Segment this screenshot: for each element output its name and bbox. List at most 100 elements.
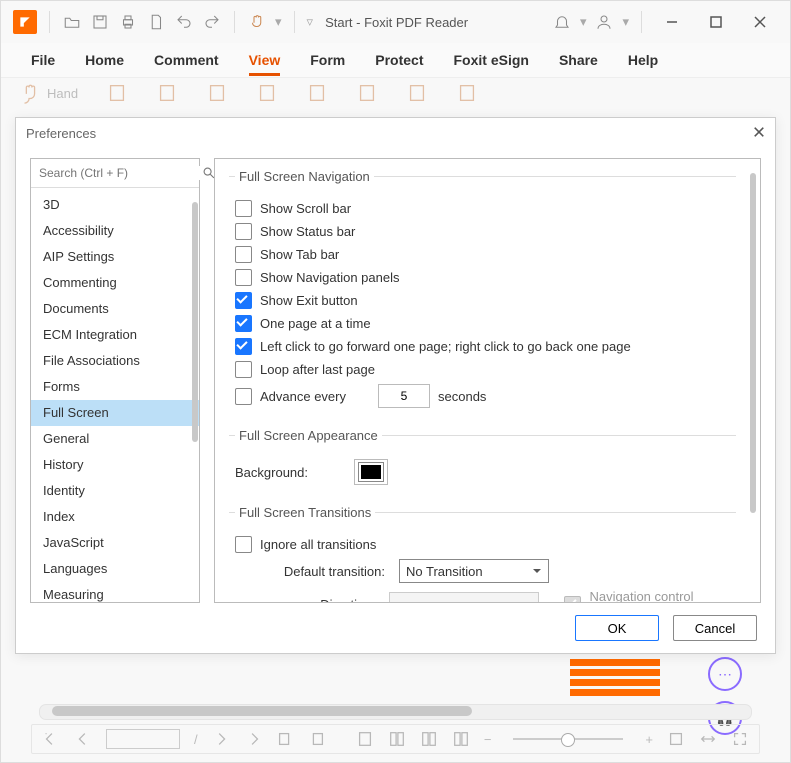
label: Background:	[235, 465, 308, 480]
next-page-icon[interactable]	[212, 730, 230, 748]
category-item[interactable]: Index	[31, 504, 199, 530]
cancel-button[interactable]: Cancel	[673, 615, 757, 641]
checkbox-scrollbar[interactable]	[235, 200, 252, 217]
direction-select	[389, 592, 539, 603]
category-item[interactable]: General	[31, 426, 199, 452]
fs-navigation-group: Full Screen Navigation Show Scroll bar S…	[229, 169, 736, 414]
minimize-button[interactable]	[654, 8, 690, 36]
category-item[interactable]: Forms	[31, 374, 199, 400]
save-icon[interactable]	[90, 12, 110, 32]
menu-home[interactable]: Home	[85, 52, 124, 68]
menu-help[interactable]: Help	[628, 52, 658, 68]
category-item[interactable]: 3D	[31, 192, 199, 218]
category-list[interactable]: 3DAccessibilityAIP SettingsCommentingDoc…	[31, 188, 199, 602]
checkbox-exitbtn[interactable]	[235, 292, 252, 309]
group-legend: Full Screen Transitions	[235, 505, 375, 520]
label: One page at a time	[260, 316, 371, 331]
horizontal-scrollbar[interactable]	[39, 704, 752, 720]
start-tab-label[interactable]: Start - Foxit PDF Reader	[325, 15, 468, 30]
background-color-picker[interactable]	[354, 459, 388, 485]
category-item[interactable]: Languages	[31, 556, 199, 582]
user-icon[interactable]	[594, 12, 614, 32]
layout-icon[interactable]	[356, 730, 374, 748]
label: Show Scroll bar	[260, 201, 351, 216]
zoom-out-icon[interactable]: −	[484, 732, 492, 747]
chat-bubble-icon[interactable]: ⋯	[708, 657, 742, 691]
checkbox-ignore-transitions[interactable]	[235, 536, 252, 553]
checkbox-loop[interactable]	[235, 361, 252, 378]
category-item[interactable]: ECM Integration	[31, 322, 199, 348]
fit-page-icon[interactable]	[667, 730, 685, 748]
rotate-icon[interactable]	[276, 730, 294, 748]
category-item[interactable]: File Associations	[31, 348, 199, 374]
label: Navigation control direction	[589, 589, 736, 603]
category-item[interactable]: Documents	[31, 296, 199, 322]
fit-width-icon[interactable]	[699, 730, 717, 748]
group-legend: Full Screen Navigation	[235, 169, 374, 184]
checkbox-click[interactable]	[235, 338, 252, 355]
category-item[interactable]: AIP Settings	[31, 244, 199, 270]
hand-dropdown-icon[interactable]	[247, 12, 267, 32]
label: Advance every	[260, 389, 346, 404]
close-window-button[interactable]	[742, 8, 778, 36]
open-icon[interactable]	[62, 12, 82, 32]
menu-protect[interactable]: Protect	[375, 52, 423, 68]
ribbon-icon	[306, 82, 328, 104]
zoom-in-icon[interactable]: +	[645, 732, 653, 747]
category-item[interactable]: Commenting	[31, 270, 199, 296]
checkbox-statusbar[interactable]	[235, 223, 252, 240]
page-number-input[interactable]	[106, 729, 180, 749]
checkbox-tabbar[interactable]	[235, 246, 252, 263]
search-input[interactable]	[31, 166, 202, 180]
fullscreen-icon[interactable]	[731, 730, 749, 748]
zoom-slider[interactable]	[513, 738, 623, 740]
dialog-close-button[interactable]	[753, 126, 765, 141]
sidebar-scrollbar[interactable]	[192, 202, 198, 442]
layout-icon[interactable]	[420, 730, 438, 748]
checkbox-onepage[interactable]	[235, 315, 252, 332]
checkbox-navpanels[interactable]	[235, 269, 252, 286]
label: Show Navigation panels	[260, 270, 399, 285]
panel-scrollbar[interactable]	[750, 173, 756, 513]
category-item[interactable]: Measuring	[31, 582, 199, 602]
label: Ignore all transitions	[260, 537, 376, 552]
checkbox-nav-control-dir	[564, 596, 581, 604]
redo-icon[interactable]	[202, 12, 222, 32]
label: Loop after last page	[260, 362, 375, 377]
menu-esign[interactable]: Foxit eSign	[453, 52, 528, 68]
label: seconds	[438, 389, 486, 404]
category-item[interactable]: History	[31, 452, 199, 478]
maximize-button[interactable]	[698, 8, 734, 36]
ok-button[interactable]: OK	[575, 615, 659, 641]
layout-icon[interactable]	[388, 730, 406, 748]
category-item[interactable]: JavaScript	[31, 530, 199, 556]
menu-view[interactable]: View	[249, 52, 281, 76]
menu-comment[interactable]: Comment	[154, 52, 219, 68]
menu-file[interactable]: File	[31, 52, 55, 68]
label: Show Status bar	[260, 224, 355, 239]
last-page-icon[interactable]	[244, 730, 262, 748]
menu-share[interactable]: Share	[559, 52, 598, 68]
category-item[interactable]: Accessibility	[31, 218, 199, 244]
menu-form[interactable]: Form	[310, 52, 345, 68]
settings-panel: Full Screen Navigation Show Scroll bar S…	[214, 158, 761, 603]
label: Left click to go forward one page; right…	[260, 339, 631, 354]
first-page-icon[interactable]	[42, 730, 60, 748]
prev-page-icon[interactable]	[74, 730, 92, 748]
checkbox-advance[interactable]	[235, 388, 252, 405]
label: Default transition:	[235, 564, 385, 579]
layout-icon[interactable]	[452, 730, 470, 748]
print-icon[interactable]	[118, 12, 138, 32]
status-bar: / − +	[31, 724, 760, 754]
rotate-icon[interactable]	[308, 730, 326, 748]
advance-seconds-input[interactable]	[378, 384, 430, 408]
title-toolbar: ▾ ▿ Start - Foxit PDF Reader ▾ ▾	[1, 1, 790, 43]
undo-icon[interactable]	[174, 12, 194, 32]
fs-appearance-group: Full Screen Appearance Background:	[229, 428, 736, 491]
category-item[interactable]: Full Screen	[31, 400, 199, 426]
page-icon[interactable]	[146, 12, 166, 32]
ribbon-icon	[156, 82, 178, 104]
bell-icon[interactable]	[552, 12, 572, 32]
category-item[interactable]: Identity	[31, 478, 199, 504]
default-transition-select[interactable]: No Transition	[399, 559, 549, 583]
